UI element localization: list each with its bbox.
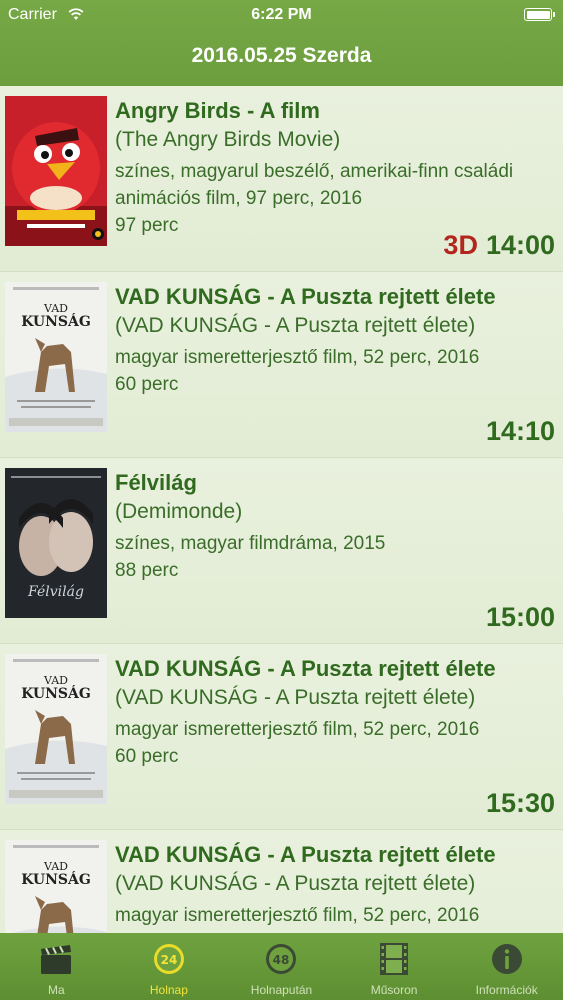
movie-original-title: (The Angry Birds Movie): [115, 128, 341, 151]
showtime: 3D 14:00: [443, 230, 555, 261]
vad-kunsag-poster: VAD KUNSÁG: [5, 840, 107, 933]
tab-holnap[interactable]: 24 Holnap: [113, 933, 226, 1000]
tab-ma[interactable]: Ma: [0, 933, 113, 1000]
movie-title: VAD KUNSÁG - A Puszta rejtett élete: [115, 656, 496, 681]
tab-label: Műsoron: [370, 983, 418, 997]
tab-label: Holnapután: [250, 983, 313, 997]
svg-text:KUNSÁG: KUNSÁG: [21, 312, 91, 330]
movie-original-title: (VAD KUNSÁG - A Puszta rejtett élete): [115, 314, 476, 337]
angry-birds-poster: [5, 96, 107, 246]
clapperboard-icon: [41, 945, 72, 974]
tab-label: Holnap: [149, 983, 188, 997]
movie-original-title: (Demimonde): [115, 500, 243, 523]
movie-description: színes, magyarul beszélő, amerikai-finn …: [115, 158, 555, 239]
tab-holnaputan[interactable]: 48 Holnapután: [225, 933, 338, 1000]
movie-genre: színes, magyarul beszélő, amerikai-finn …: [115, 161, 514, 209]
movie-duration: 60 perc: [115, 746, 179, 767]
movie-original-title: (VAD KUNSÁG - A Puszta rejtett élete): [115, 872, 476, 895]
vad-kunsag-poster: VAD KUNSÁG: [5, 654, 107, 804]
showtime-value: 15:00: [485, 602, 555, 632]
clock-48-icon: 48: [266, 944, 297, 974]
list-item[interactable]: VAD KUNSÁG VAD KUNSÁG - A Puszta rejtett…: [0, 830, 563, 933]
list-item[interactable]: VAD KUNSÁG VAD KUNSÁG - A Puszta rejtett…: [0, 644, 563, 830]
showtime: 14:10: [486, 416, 555, 447]
movie-duration: 60 perc: [115, 374, 179, 395]
movie-title: Angry Birds - A film: [115, 98, 320, 123]
battery-icon: [524, 8, 555, 21]
movie-title: Félvilág: [115, 470, 197, 495]
movie-list[interactable]: Angry Birds - A film (The Angry Birds Mo…: [0, 86, 563, 933]
tab-informaciok[interactable]: Információk: [450, 933, 563, 1000]
movie-genre: magyar ismeretterjesztő film, 52 perc, 2…: [115, 719, 480, 740]
clock-24-icon: 24: [153, 944, 184, 974]
movie-genre: színes, magyar filmdráma, 2015: [115, 533, 386, 554]
page-title: 2016.05.25 Szerda: [191, 44, 372, 67]
movie-title: VAD KUNSÁG - A Puszta rejtett élete: [115, 284, 496, 309]
felvilag-poster: Félvilág: [5, 468, 107, 618]
tab-musoron[interactable]: Műsoron: [338, 933, 451, 1000]
showtime-value: 15:30: [485, 788, 555, 818]
movie-genre: magyar ismeretterjesztő film, 52 perc, 2…: [115, 347, 480, 368]
tab-label: Információk: [475, 983, 538, 997]
movie-description: színes, magyar filmdráma, 2015 88 perc: [115, 530, 555, 584]
movie-original-title: (VAD KUNSÁG - A Puszta rejtett élete): [115, 686, 476, 709]
movie-description: magyar ismeretterjesztő film, 52 perc, 2…: [115, 344, 555, 398]
film-strip-icon: [380, 943, 409, 975]
svg-text:KUNSÁG: KUNSÁG: [21, 684, 91, 702]
status-bar: Carrier 6:22 PM: [0, 0, 563, 30]
list-item[interactable]: Angry Birds - A film (The Angry Birds Mo…: [0, 86, 563, 272]
navigation-header: Carrier 6:22 PM 2016.05.25 Szerda: [0, 0, 563, 86]
list-item[interactable]: Félvilág Félvilág (Demimonde) színes, ma…: [0, 458, 563, 644]
showtime: 15:30: [486, 788, 555, 819]
status-time: 6:22 PM: [251, 6, 312, 23]
tab-label: Ma: [47, 983, 65, 997]
movie-duration: 88 perc: [115, 560, 179, 581]
tab-bar: Ma 24 Holnap 48 Holnapután Műsoron Infor…: [0, 933, 563, 1000]
tab-badge: 48: [273, 953, 290, 967]
showtime-value: 14:10: [485, 416, 555, 446]
vad-kunsag-poster: VAD KUNSÁG: [5, 282, 107, 432]
list-item[interactable]: VAD KUNSÁG VAD KUNSÁG - A Puszta rejtett…: [0, 272, 563, 458]
tab-badge: 24: [161, 953, 178, 967]
info-icon: [491, 944, 522, 974]
movie-genre: magyar ismeretterjesztő film, 52 perc, 2…: [115, 905, 480, 926]
svg-text:KUNSÁG: KUNSÁG: [21, 870, 91, 888]
3d-badge: 3D: [443, 230, 478, 260]
movie-title: VAD KUNSÁG - A Puszta rejtett élete: [115, 842, 496, 867]
movie-description: magyar ismeretterjesztő film, 52 perc, 2…: [115, 716, 555, 770]
movie-description: magyar ismeretterjesztő film, 52 perc, 2…: [115, 902, 555, 929]
showtime: 15:00: [486, 602, 555, 633]
svg-text:Félvilág: Félvilág: [27, 584, 84, 600]
showtime-value: 14:00: [485, 230, 555, 260]
